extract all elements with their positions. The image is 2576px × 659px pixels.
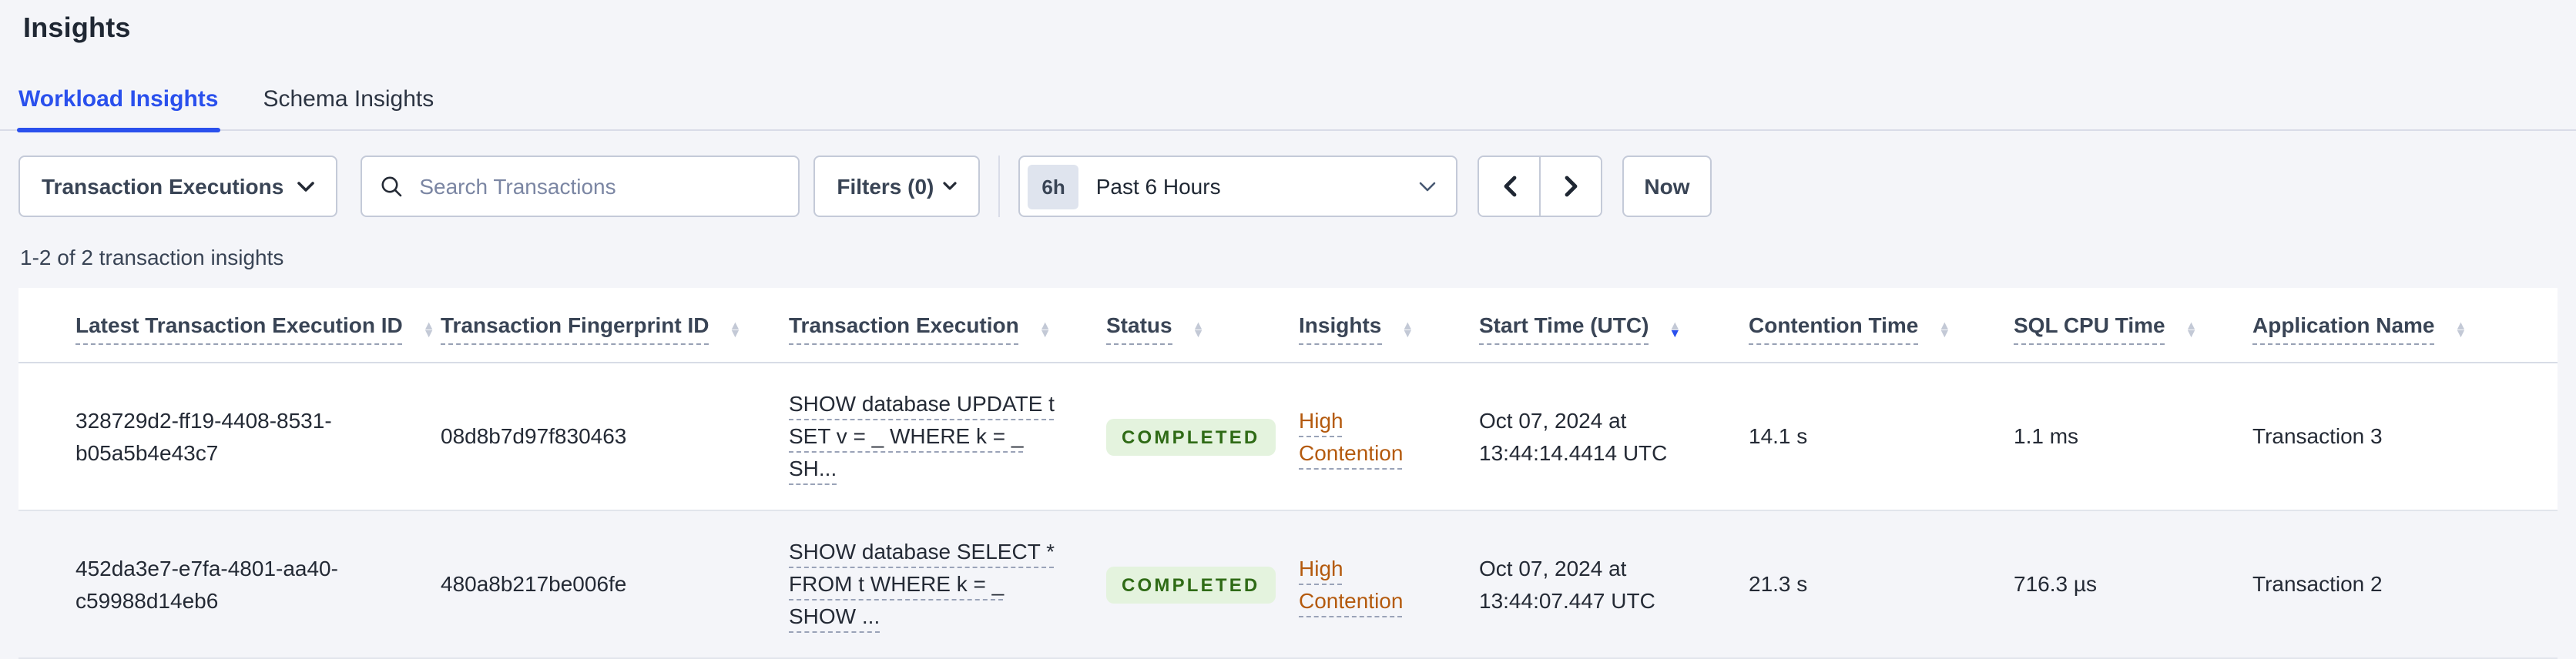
time-range-picker[interactable]: 6h Past 6 Hours (1018, 156, 1458, 217)
chevron-down-icon (1419, 181, 1436, 192)
cell-fingerprint-id: 08d8b7d97f830463 (441, 423, 627, 448)
sort-icon[interactable]: ▲ ▼ (1401, 319, 1414, 340)
chevron-right-icon (1563, 176, 1578, 197)
table-row: 328729d2-ff19-4408-8531-b05a5b4e43c7 08d… (18, 363, 2558, 510)
cell-start-time: Oct 07, 2024 at 13:44:07.447 UTC (1479, 555, 1655, 612)
chevron-down-icon (297, 181, 315, 192)
cell-start-time: Oct 07, 2024 at 13:44:14.4414 UTC (1479, 407, 1668, 464)
sort-icon[interactable]: ▲ ▼ (1039, 319, 1052, 340)
insight-link[interactable]: High Contention (1299, 555, 1403, 612)
chevron-down-icon (943, 182, 957, 191)
cell-status: COMPLETED (1106, 363, 1299, 510)
column-header-latest-transaction-execution-id[interactable]: Latest Transaction Execution ID ▲ ▼ (18, 288, 441, 363)
tab-schema-insights[interactable]: Schema Insights (261, 86, 435, 129)
cell-application-name: Transaction 3 (2252, 423, 2383, 448)
insights-page: Insights Workload Insights Schema Insigh… (0, 0, 2576, 659)
column-header-transaction-execution[interactable]: Transaction Execution ▲ ▼ (789, 288, 1106, 363)
cell-sql-cpu-time: 716.3 µs (2014, 571, 2097, 596)
next-time-range-button[interactable] (1541, 157, 1602, 216)
time-range-pager (1478, 156, 1603, 217)
cell-transaction-execution: SHOW database UPDATE t SET v = _ WHERE k… (789, 363, 1106, 510)
now-button-label: Now (1644, 174, 1690, 199)
toolbar-divider (998, 156, 1001, 217)
time-range-badge: 6h (1028, 164, 1079, 209)
tab-workload-insights[interactable]: Workload Insights (17, 86, 220, 132)
cell-insights: High Contention (1299, 363, 1479, 510)
status-badge: COMPLETED (1106, 418, 1276, 455)
column-header-status[interactable]: Status ▲ ▼ (1106, 288, 1299, 363)
transaction-insights-table: Latest Transaction Execution ID ▲ ▼ Transa… (18, 288, 2558, 659)
table-header-row: Latest Transaction Execution ID ▲ ▼ Transa… (18, 288, 2558, 363)
cell-contention-time: 14.1 s (1749, 423, 1808, 448)
insights-tabbar: Workload Insights Schema Insights (0, 86, 2576, 132)
column-header-contention-time[interactable]: Contention Time ▲ ▼ (1749, 288, 2014, 363)
cell-status: COMPLETED (1106, 510, 1299, 658)
cell-insights: High Contention (1299, 510, 1479, 658)
search-icon (381, 176, 402, 197)
sort-icon[interactable]: ▲ ▼ (1938, 319, 1950, 340)
toolbar: Transaction Executions Filters (0) (18, 156, 2576, 217)
now-button[interactable]: Now (1622, 156, 1712, 217)
page-title: Insights (23, 12, 131, 43)
column-header-sql-cpu-time[interactable]: SQL CPU Time ▲ ▼ (2014, 288, 2252, 363)
cell-latest-execution-id: 452da3e7-e7fa-4801-aa40-c59988d14eb6 (75, 555, 338, 612)
cell-fingerprint-id: 480a8b217be006fe (441, 571, 627, 596)
cell-transaction-execution: SHOW database SELECT * FROM t WHERE k = … (789, 510, 1106, 658)
previous-time-range-button[interactable] (1479, 157, 1541, 216)
transaction-statement-link[interactable]: SHOW database SELECT * FROM t WHERE k = … (789, 539, 1055, 628)
search-box (361, 156, 800, 217)
view-selector-label: Transaction Executions (42, 174, 284, 199)
transaction-insights-table-card: Latest Transaction Execution ID ▲ ▼ Transa… (18, 288, 2558, 659)
sort-icon[interactable]: ▲ ▼ (423, 319, 435, 340)
filters-dropdown[interactable]: Filters (0) (813, 156, 981, 217)
search-input[interactable] (416, 172, 780, 200)
transaction-statement-link[interactable]: SHOW database UPDATE t SET v = _ WHERE k… (789, 391, 1055, 480)
column-header-insights[interactable]: Insights ▲ ▼ (1299, 288, 1479, 363)
filters-label: Filters (0) (837, 174, 934, 199)
sort-icon[interactable]: ▲ ▼ (730, 319, 742, 340)
column-header-application-name[interactable]: Application Name ▲ ▼ (2252, 288, 2558, 363)
cell-contention-time: 21.3 s (1749, 571, 1808, 596)
cell-application-name: Transaction 2 (2252, 571, 2383, 596)
sort-icon[interactable]: ▲ ▼ (2455, 319, 2467, 340)
sort-icon[interactable]: ▲ ▼ (2185, 319, 2198, 340)
insight-link[interactable]: High Contention (1299, 407, 1403, 464)
table-row: 452da3e7-e7fa-4801-aa40-c59988d14eb6 480… (18, 510, 2558, 658)
time-range-label: Past 6 Hours (1095, 174, 1221, 199)
sort-icon[interactable]: ▲ ▼ (1192, 319, 1205, 340)
view-selector-dropdown[interactable]: Transaction Executions (18, 156, 338, 217)
cell-latest-execution-id: 328729d2-ff19-4408-8531-b05a5b4e43c7 (75, 407, 332, 464)
results-summary: 1-2 of 2 transaction insights (20, 245, 284, 269)
chevron-left-icon (1501, 176, 1517, 197)
sort-icon[interactable]: ▲ ▼ (1669, 319, 1681, 340)
status-badge: COMPLETED (1106, 566, 1276, 603)
column-header-start-time[interactable]: Start Time (UTC) ▲ ▼ (1479, 288, 1749, 363)
column-header-transaction-fingerprint-id[interactable]: Transaction Fingerprint ID ▲ ▼ (441, 288, 789, 363)
cell-sql-cpu-time: 1.1 ms (2014, 423, 2079, 448)
